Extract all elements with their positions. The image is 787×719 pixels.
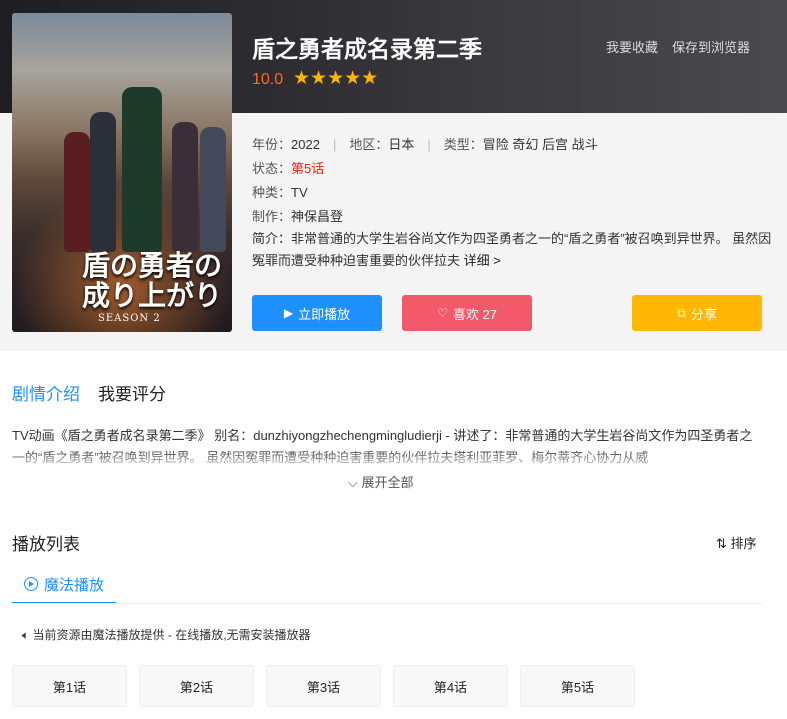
studio-label: 制作： bbox=[252, 209, 292, 224]
year-label: 年份： bbox=[252, 137, 292, 152]
poster-figure bbox=[172, 122, 198, 252]
synopsis: 简介：非常普通的大学生岩谷尚文作为四圣勇者之一的“盾之勇者”被召唤到异世界。 虽… bbox=[252, 228, 772, 272]
details-link[interactable]: 详细 > bbox=[464, 253, 501, 268]
expand-label: 展开全部 bbox=[361, 475, 414, 490]
share-button[interactable]: ⧉ 分享 bbox=[632, 295, 762, 331]
playlist-title: 播放列表 bbox=[12, 535, 80, 554]
episode-button[interactable]: 第1话 bbox=[12, 665, 127, 707]
episode-button[interactable]: 第5话 bbox=[520, 665, 635, 707]
divider bbox=[12, 603, 762, 604]
content-tabs: 剧情介绍 我要评分 bbox=[12, 380, 166, 405]
save-to-browser-link[interactable]: 保存到浏览器 bbox=[672, 40, 750, 55]
divider: | bbox=[427, 137, 431, 152]
episode-button[interactable]: 第3话 bbox=[266, 665, 381, 707]
sort-button[interactable]: ⇅ 排序 bbox=[716, 533, 757, 552]
tab-review[interactable]: 我要评分 bbox=[98, 385, 166, 404]
expand-button[interactable]: ⌵ 展开全部 bbox=[348, 472, 414, 491]
kind-label: 种类： bbox=[252, 185, 292, 200]
tab-intro[interactable]: 剧情介绍 bbox=[12, 385, 80, 404]
divider: | bbox=[332, 137, 337, 152]
studio-value: 神保昌登 bbox=[291, 209, 344, 224]
episode-button[interactable]: 第2话 bbox=[139, 665, 254, 707]
genre-label: 类型： bbox=[443, 137, 483, 152]
poster-image[interactable]: 盾の勇者の 成り上がり SEASON 2 bbox=[12, 13, 232, 332]
like-label: 喜欢 27 bbox=[452, 306, 497, 322]
episode-button[interactable]: 第4话 bbox=[393, 665, 508, 707]
favorite-link[interactable]: 我要收藏 bbox=[606, 40, 658, 55]
poster-figure bbox=[200, 127, 226, 252]
like-button[interactable]: ♡ 喜欢 27 bbox=[402, 295, 532, 331]
notice-text: 当前资源由魔法播放提供 - 在线播放,无需安装播放器 bbox=[32, 628, 311, 642]
play-button[interactable]: ▶ 立即播放 bbox=[252, 295, 382, 331]
poster-title-line1: 盾の勇者の bbox=[82, 249, 223, 282]
play-circle-icon bbox=[23, 577, 38, 591]
poster-figure bbox=[90, 112, 116, 252]
play-icon: ▶ bbox=[283, 306, 294, 320]
share-label: 分享 bbox=[690, 306, 717, 322]
source-notice: 🔈︎ 当前资源由魔法播放提供 - 在线播放,无需安装播放器 bbox=[22, 626, 311, 643]
source-tab[interactable]: 魔法播放 bbox=[12, 566, 116, 604]
genre-value: 冒险 奇幻 后宫 战斗 bbox=[482, 137, 598, 152]
region-label: 地区： bbox=[349, 137, 389, 152]
rating-stars: ★★★★★ bbox=[293, 68, 379, 89]
meta-row-status: 状态：第5话 bbox=[252, 158, 324, 177]
poster-figure bbox=[122, 87, 162, 252]
chevron-down-icon: ⌵ bbox=[348, 475, 358, 490]
synopsis-label: 简介： bbox=[252, 231, 292, 246]
heart-icon: ♡ bbox=[437, 306, 448, 320]
status-value: 第5话 bbox=[291, 161, 325, 176]
status-label: 状态： bbox=[252, 161, 292, 176]
episode-list: 第1话 第2话 第3话 第4话 第5话 bbox=[12, 665, 647, 707]
synopsis-text: 非常普通的大学生岩谷尚文作为四圣勇者之一的“盾之勇者”被召唤到异世界。 虽然因冤… bbox=[252, 231, 772, 268]
poster-figure bbox=[64, 132, 90, 252]
play-label: 立即播放 bbox=[298, 306, 351, 322]
meta-row-kind: 种类：TV bbox=[252, 182, 308, 201]
sort-icon: ⇅ bbox=[716, 536, 727, 551]
year-value: 2022 bbox=[291, 137, 320, 152]
region-value: 日本 bbox=[388, 137, 415, 152]
rating-score: 10.0 bbox=[252, 71, 284, 88]
share-icon: ⧉ bbox=[677, 305, 686, 320]
poster-title: 盾の勇者の 成り上がり bbox=[82, 251, 222, 311]
page-title: 盾之勇者成名录第二季 bbox=[252, 36, 482, 62]
meta-row-year: 年份：2022 | 地区：日本 | 类型：冒险 奇幻 后宫 战斗 bbox=[252, 134, 598, 153]
kind-value: TV bbox=[291, 185, 308, 200]
source-tab-label: 魔法播放 bbox=[43, 576, 104, 594]
sort-label: 排序 bbox=[730, 536, 757, 551]
meta-row-studio: 制作：神保昌登 bbox=[252, 206, 343, 225]
poster-title-line2: 成り上がり bbox=[82, 279, 223, 312]
poster-subtitle: SEASON 2 bbox=[98, 313, 161, 324]
intro-fade bbox=[12, 448, 762, 470]
speaker-icon: 🔈︎ bbox=[22, 628, 30, 642]
header-links: 我要收藏 保存到浏览器 bbox=[606, 37, 764, 56]
